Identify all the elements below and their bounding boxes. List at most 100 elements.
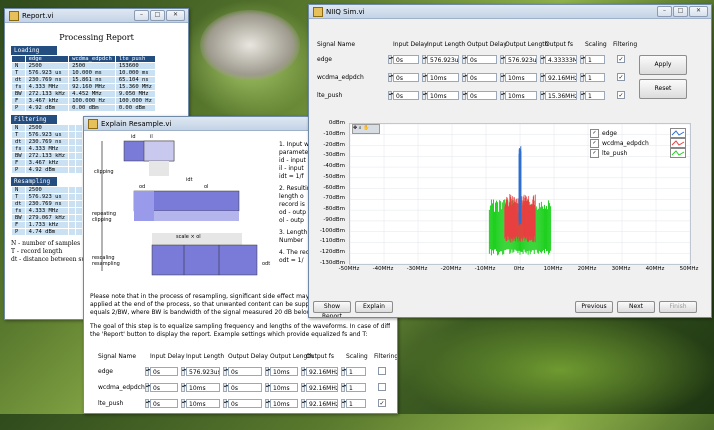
spin-control[interactable]: ▴▾ (145, 399, 150, 408)
spin-control[interactable]: ▴▾ (265, 399, 270, 408)
filtering-checkbox[interactable] (378, 383, 386, 391)
spin-control[interactable]: ▴▾ (341, 399, 346, 408)
spin-control[interactable]: ▴▾ (540, 55, 545, 64)
scaling-field[interactable]: 1 (346, 367, 366, 376)
output-delay-field[interactable]: 0s (228, 383, 262, 392)
filtering-checkbox[interactable]: ✓ (617, 55, 625, 63)
spin-control[interactable]: ▴▾ (580, 91, 585, 100)
input-delay-field[interactable]: 0s (150, 399, 178, 408)
spin-control[interactable]: ▴▾ (500, 55, 505, 64)
spin-control[interactable]: ▴▾ (181, 383, 186, 392)
spin-control[interactable]: ▴▾ (500, 91, 505, 100)
plot-toolbar[interactable]: ✥ ⌕ ✋ (352, 124, 380, 134)
spin-control[interactable]: ▴▾ (388, 55, 393, 64)
spin-control[interactable]: ▴▾ (462, 91, 467, 100)
legend-item[interactable]: ✓ lte_push (590, 148, 686, 158)
spin-control[interactable]: ▴▾ (388, 73, 393, 82)
spectrum-plot[interactable]: ✥ ⌕ ✋ ✓ edge ✓ wcdma_edpdch ✓ lte_push (349, 123, 691, 265)
legend-checkbox[interactable]: ✓ (590, 128, 599, 138)
input-length-field[interactable]: 10ms (427, 73, 459, 82)
filtering-checkbox[interactable] (378, 367, 386, 375)
spin-control[interactable]: ▴▾ (540, 91, 545, 100)
input-delay-field[interactable]: 0s (393, 73, 419, 82)
minimize-button[interactable]: – (657, 6, 672, 17)
input-length-field[interactable]: 576.923us (186, 367, 220, 376)
spin-control[interactable]: ▴▾ (422, 91, 427, 100)
input-length-field[interactable]: 576.923us (427, 55, 459, 64)
output-delay-field[interactable]: 0s (467, 91, 497, 100)
reset-button[interactable]: Reset (639, 79, 687, 99)
output-delay-field[interactable]: 0s (467, 55, 497, 64)
spin-control[interactable]: ▴▾ (422, 73, 427, 82)
spin-control[interactable]: ▴▾ (145, 367, 150, 376)
spin-control[interactable]: ▴▾ (181, 367, 186, 376)
close-button[interactable]: ✕ (166, 10, 185, 21)
spin-control[interactable]: ▴▾ (265, 367, 270, 376)
filtering-checkbox[interactable]: ✓ (378, 399, 386, 407)
spin-control[interactable]: ▴▾ (301, 399, 306, 408)
spin-control[interactable]: ▴▾ (540, 73, 545, 82)
scaling-field[interactable]: 1 (346, 383, 366, 392)
legend-checkbox[interactable]: ✓ (590, 148, 599, 158)
spin-control[interactable]: ▴▾ (341, 383, 346, 392)
spin-control[interactable]: ▴▾ (580, 55, 585, 64)
spin-control[interactable]: ▴▾ (462, 73, 467, 82)
spin-control[interactable]: ▴▾ (301, 383, 306, 392)
input-delay-field[interactable]: 0s (393, 55, 419, 64)
input-length-field[interactable]: 10ms (186, 399, 220, 408)
spin-control[interactable]: ▴▾ (462, 55, 467, 64)
input-length-field[interactable]: 10ms (427, 91, 459, 100)
output-length-field[interactable]: 10ms (270, 399, 298, 408)
output-length-field[interactable]: 10ms (505, 73, 537, 82)
spin-control[interactable]: ▴▾ (223, 399, 228, 408)
scaling-field[interactable]: 1 (346, 399, 366, 408)
scaling-field[interactable]: 1 (585, 55, 605, 64)
next-button[interactable]: Next (617, 301, 655, 313)
spin-control[interactable]: ▴▾ (265, 383, 270, 392)
spin-control[interactable]: ▴▾ (301, 367, 306, 376)
spin-control[interactable]: ▴▾ (145, 383, 150, 392)
spin-control[interactable]: ▴▾ (388, 91, 393, 100)
input-delay-field[interactable]: 0s (150, 367, 178, 376)
spin-control[interactable]: ▴▾ (500, 73, 505, 82)
legend-item[interactable]: ✓ wcdma_edpdch (590, 138, 686, 148)
spin-control[interactable]: ▴▾ (422, 55, 427, 64)
output-fs-field[interactable]: 92.16MHz (545, 73, 577, 82)
input-delay-field[interactable]: 0s (393, 91, 419, 100)
output-fs-field[interactable]: 15.36MHz (545, 91, 577, 100)
output-length-field[interactable]: 10ms (270, 383, 298, 392)
main-titlebar[interactable]: NIIQ Sim.vi – □ ✕ (309, 5, 711, 19)
scaling-field[interactable]: 1 (585, 91, 605, 100)
apply-button[interactable]: Apply (639, 55, 687, 75)
spin-control[interactable]: ▴▾ (341, 367, 346, 376)
spin-control[interactable]: ▴▾ (181, 399, 186, 408)
output-fs-field[interactable]: 92.16MHz (306, 383, 338, 392)
minimize-button[interactable]: – (134, 10, 149, 21)
output-delay-field[interactable]: 0s (467, 73, 497, 82)
output-length-field[interactable]: 10ms (270, 367, 298, 376)
filtering-checkbox[interactable]: ✓ (617, 73, 625, 81)
spin-control[interactable]: ▴▾ (580, 73, 585, 82)
input-delay-field[interactable]: 0s (150, 383, 178, 392)
output-delay-field[interactable]: 0s (228, 399, 262, 408)
output-length-field[interactable]: 10ms (505, 91, 537, 100)
output-fs-field[interactable]: 92.16MHz (306, 367, 338, 376)
maximize-button[interactable]: □ (673, 6, 688, 17)
output-fs-field[interactable]: 92.16MHz (306, 399, 338, 408)
maximize-button[interactable]: □ (150, 10, 165, 21)
scaling-field[interactable]: 1 (585, 73, 605, 82)
legend-checkbox[interactable]: ✓ (590, 138, 599, 148)
previous-button[interactable]: Previous (575, 301, 613, 313)
show-report-button[interactable]: Show Report (313, 301, 351, 317)
output-delay-field[interactable]: 0s (228, 367, 262, 376)
spin-control[interactable]: ▴▾ (223, 383, 228, 392)
output-length-field[interactable]: 576.923us (505, 55, 537, 64)
input-length-field[interactable]: 10ms (186, 383, 220, 392)
output-fs-field[interactable]: 4.33333MHz (545, 55, 577, 64)
spin-control[interactable]: ▴▾ (223, 367, 228, 376)
explain-button[interactable]: Explain (355, 301, 393, 313)
report-titlebar[interactable]: Report.vi – □ ✕ (5, 9, 188, 23)
close-button[interactable]: ✕ (689, 6, 708, 17)
filtering-checkbox[interactable]: ✓ (617, 91, 625, 99)
legend-item[interactable]: ✓ edge (590, 128, 686, 138)
